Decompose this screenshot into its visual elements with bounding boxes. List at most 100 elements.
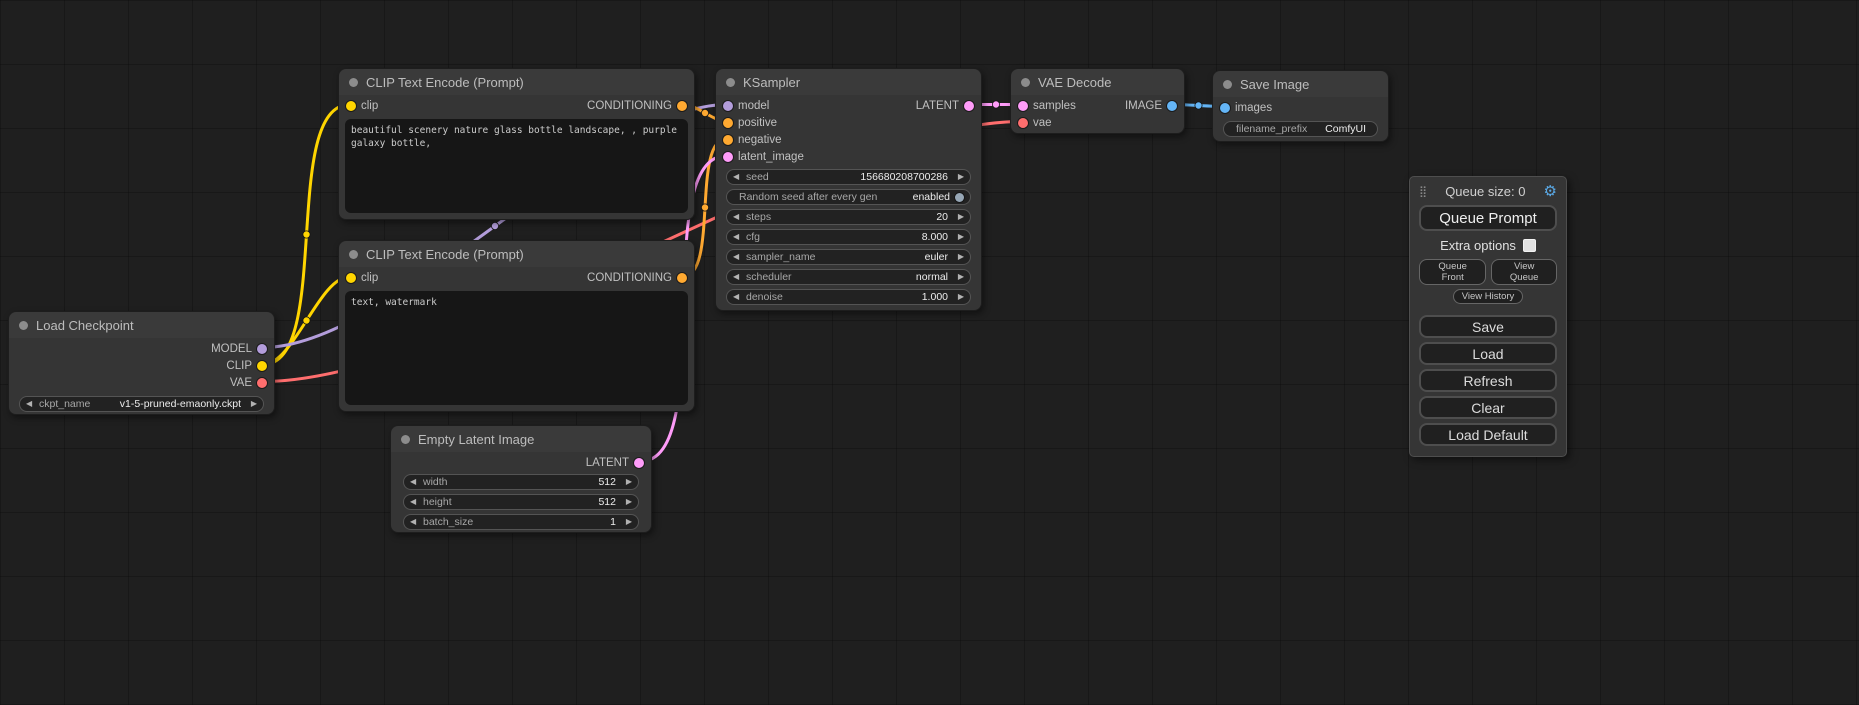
refresh-button[interactable]: Refresh [1419,369,1557,392]
model-input-port[interactable] [723,101,733,111]
steps-widget[interactable]: ◀ steps 20 ▶ [726,209,971,225]
node-clip-text-encode-negative[interactable]: CLIP Text Encode (Prompt) clip CONDITION… [338,240,695,412]
clip-input-port[interactable] [346,273,356,283]
node-title-bar[interactable]: Load Checkpoint [9,312,274,338]
decrement-arrow-icon[interactable]: ◀ [410,498,421,506]
decrement-arrow-icon[interactable]: ◀ [26,400,37,408]
node-collapse-dot-icon[interactable] [349,78,358,87]
height-widget[interactable]: ◀ height 512 ▶ [403,494,639,510]
decrement-arrow-icon[interactable]: ◀ [733,253,744,261]
vae-output-port[interactable] [257,378,267,388]
ckpt-name-widget[interactable]: ◀ ckpt_name v1-5-pruned-emaonly.ckpt ▶ [19,396,264,412]
settings-gear-icon[interactable]: ⚙ [1544,184,1557,199]
conditioning-output-port[interactable] [677,101,687,111]
extra-options-checkbox[interactable] [1523,239,1536,252]
sampler-name-widget[interactable]: ◀ sampler_name euler ▶ [726,249,971,265]
node-collapse-dot-icon[interactable] [19,321,28,330]
increment-arrow-icon[interactable]: ▶ [246,400,257,408]
increment-arrow-icon[interactable]: ▶ [621,498,632,506]
seed-widget[interactable]: ◀ seed 156680208700286 ▶ [726,169,971,185]
samples-input-port[interactable] [1018,101,1028,111]
node-title: CLIP Text Encode (Prompt) [366,75,524,90]
decrement-arrow-icon[interactable]: ◀ [733,293,744,301]
history-row: View History [1419,289,1557,304]
slot-row: clip CONDITIONING [339,97,694,114]
node-empty-latent-image[interactable]: Empty Latent Image LATENT ◀ width 512 ▶ … [390,425,652,533]
scheduler-widget[interactable]: ◀ scheduler normal ▶ [726,269,971,285]
input-slot-positive: positive [716,114,981,131]
queue-front-button[interactable]: Queue Front [1419,259,1486,285]
output-slot-clip: CLIP [9,357,274,374]
input-slot-model: model [716,97,981,114]
node-collapse-dot-icon[interactable] [349,250,358,259]
output-slot-vae: VAE [9,374,274,391]
width-widget[interactable]: ◀ width 512 ▶ [403,474,639,490]
denoise-widget[interactable]: ◀ denoise 1.000 ▶ [726,289,971,305]
queue-size-label: Queue size: [1445,184,1514,199]
vae-input-port[interactable] [1018,118,1028,128]
filename-prefix-widget[interactable]: filename_prefix ComfyUI [1223,121,1378,137]
view-history-button[interactable]: View History [1453,289,1524,304]
batch-size-widget[interactable]: ◀ batch_size 1 ▶ [403,514,639,530]
queue-prompt-button[interactable]: Queue Prompt [1419,205,1557,231]
comfyui-canvas[interactable]: { "icons": { "decrement_arrow": "◀", "in… [0,0,1859,705]
clear-button[interactable]: Clear [1419,396,1557,419]
increment-arrow-icon[interactable]: ▶ [953,293,964,301]
decrement-arrow-icon[interactable]: ◀ [733,213,744,221]
widget-label: cfg [746,231,760,243]
load-default-button[interactable]: Load Default [1419,423,1557,446]
node-save-image[interactable]: Save Image images filename_prefix ComfyU… [1212,70,1389,142]
node-load-checkpoint[interactable]: Load Checkpoint MODEL CLIP VAE ◀ ckpt_na… [8,311,275,415]
node-title-bar[interactable]: Save Image [1213,71,1388,97]
node-collapse-dot-icon[interactable] [401,435,410,444]
node-title: KSampler [743,75,800,90]
node-clip-text-encode-positive[interactable]: CLIP Text Encode (Prompt) clip CONDITION… [338,68,695,220]
clip-output-port[interactable] [257,361,267,371]
increment-arrow-icon[interactable]: ▶ [953,273,964,281]
conditioning-output-port[interactable] [677,273,687,283]
node-title-bar[interactable]: VAE Decode [1011,69,1184,95]
model-output-port[interactable] [257,344,267,354]
decrement-arrow-icon[interactable]: ◀ [733,233,744,241]
decrement-arrow-icon[interactable]: ◀ [733,273,744,281]
increment-arrow-icon[interactable]: ▶ [953,253,964,261]
save-button[interactable]: Save [1419,315,1557,338]
increment-arrow-icon[interactable]: ▶ [953,233,964,241]
negative-input-port[interactable] [723,135,733,145]
node-collapse-dot-icon[interactable] [1223,80,1232,89]
prompt-textarea[interactable]: text, watermark [345,291,688,405]
image-output-port[interactable] [1167,101,1177,111]
drag-handle-icon[interactable]: ⣿ [1419,185,1427,198]
slot-row: clip CONDITIONING [339,269,694,286]
latent-image-input-port[interactable] [723,152,733,162]
decrement-arrow-icon[interactable]: ◀ [410,518,421,526]
increment-arrow-icon[interactable]: ▶ [953,213,964,221]
view-queue-button[interactable]: View Queue [1491,259,1557,285]
output-label: CONDITIONING [587,272,672,284]
queue-controls-row: Queue Front View Queue [1419,259,1557,285]
decrement-arrow-icon[interactable]: ◀ [733,173,744,181]
node-title-bar[interactable]: CLIP Text Encode (Prompt) [339,69,694,95]
node-ksampler[interactable]: KSampler LATENT model positive negative … [715,68,982,311]
load-button[interactable]: Load [1419,342,1557,365]
toggle-indicator-icon[interactable] [955,193,964,202]
decrement-arrow-icon[interactable]: ◀ [410,478,421,486]
node-collapse-dot-icon[interactable] [1021,78,1030,87]
node-title-bar[interactable]: Empty Latent Image [391,426,651,452]
increment-arrow-icon[interactable]: ▶ [953,173,964,181]
latent-output-port[interactable] [634,458,644,468]
random-seed-toggle-widget[interactable]: Random seed after every gen enabled [726,189,971,205]
node-title-bar[interactable]: KSampler [716,69,981,95]
increment-arrow-icon[interactable]: ▶ [621,518,632,526]
node-vae-decode[interactable]: VAE Decode samples IMAGE vae [1010,68,1185,134]
prompt-textarea[interactable]: beautiful scenery nature glass bottle la… [345,119,688,213]
node-collapse-dot-icon[interactable] [726,78,735,87]
positive-input-port[interactable] [723,118,733,128]
images-input-port[interactable] [1220,103,1230,113]
clip-input-port[interactable] [346,101,356,111]
node-title-bar[interactable]: CLIP Text Encode (Prompt) [339,241,694,267]
cfg-widget[interactable]: ◀ cfg 8.000 ▶ [726,229,971,245]
widget-value: 156680208700286 [860,171,948,183]
increment-arrow-icon[interactable]: ▶ [621,478,632,486]
widget-label: sampler_name [746,251,815,263]
